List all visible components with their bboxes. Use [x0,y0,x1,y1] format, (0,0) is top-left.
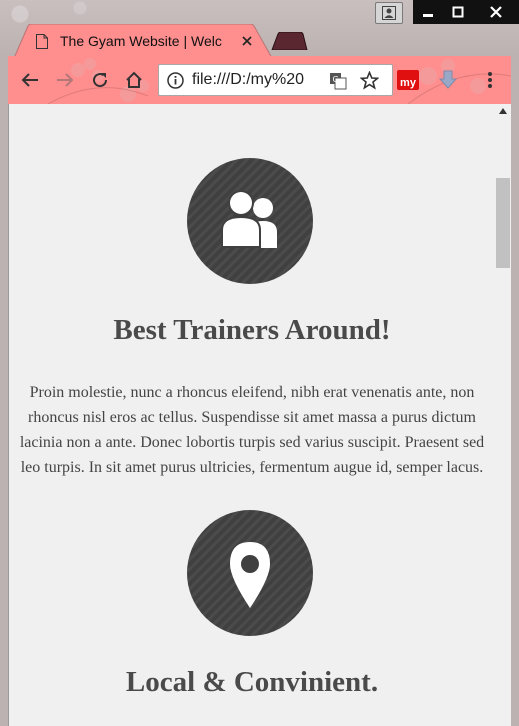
feature-description: Proin molestie, nunc a rhoncus eleifend,… [19,384,485,476]
arrow-left-icon [21,73,38,87]
browser-toolbar: file:///D:/my%20 G my [8,56,511,104]
reload-icon [93,73,108,88]
menu-button[interactable] [478,68,502,92]
translate-icon[interactable]: G [329,72,347,90]
back-button[interactable] [18,68,42,92]
kebab-menu-icon [488,72,492,88]
window-frame-left [0,56,8,726]
window-frame-right [511,56,519,726]
url-text: file:///D:/my%20 [192,71,305,88]
arrow-right-icon [57,73,74,87]
person-icon [382,6,396,20]
home-icon [126,71,142,88]
maximize-button[interactable] [443,0,473,24]
scroll-up-button[interactable] [494,108,511,122]
maximize-icon [452,6,464,18]
minimize-button[interactable] [413,0,443,24]
minimize-icon [423,14,433,17]
close-window-button[interactable] [473,0,519,24]
new-tab-button[interactable] [270,32,308,50]
triangle-up-icon [498,108,507,114]
extension-label: my [400,77,416,89]
feature-title: Best Trainers Around! [113,314,391,346]
reload-button[interactable] [88,68,112,92]
extension-my-button[interactable]: my [397,70,419,90]
close-icon [242,36,252,46]
download-extension-button[interactable] [436,68,460,92]
tab-content: The Gyam Website | Welc [36,31,225,51]
window-controls [375,0,519,24]
users-icon [221,190,277,248]
scrollbar-thumb[interactable] [496,178,510,268]
info-icon[interactable] [167,72,184,89]
tab-title: The Gyam Website | Welc [60,33,222,49]
svg-text:G: G [333,75,339,84]
feature-trainers-icon-circle [187,158,313,284]
home-button[interactable] [122,68,146,92]
map-pin-icon [230,542,270,608]
star-icon[interactable] [360,71,379,90]
download-icon [438,70,458,89]
tab-close-button[interactable] [238,32,256,50]
page-viewport[interactable]: Best Trainers Around! Proin molestie, nu… [8,104,511,726]
page-icon [36,33,48,49]
address-bar[interactable]: file:///D:/my%20 G [158,64,393,96]
feature-title: Local & Convinient. [125,666,379,698]
vertical-scrollbar[interactable] [494,104,511,726]
forward-button[interactable] [53,68,77,92]
feature-location-icon-circle [187,510,313,636]
close-icon [490,6,502,18]
profile-button[interactable] [375,2,403,24]
